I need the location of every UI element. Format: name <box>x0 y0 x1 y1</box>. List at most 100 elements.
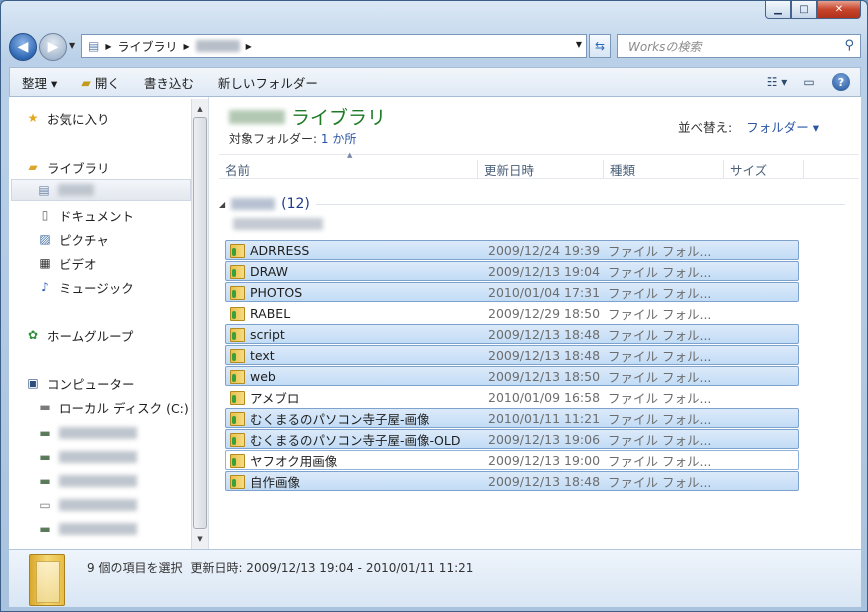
file-name: DRAW <box>250 263 289 279</box>
group-header[interactable]: ◢ (12) <box>219 194 845 214</box>
sidebar-item-label: コンピューター <box>47 376 135 392</box>
breadcrumb-libraries[interactable]: ライブラリ <box>118 38 178 55</box>
blurred-group-name <box>231 198 276 210</box>
file-date: 2009/12/29 18:50 <box>488 305 601 321</box>
computer-icon: ▣ <box>27 376 39 390</box>
column-header-type[interactable]: 種類 <box>603 160 635 178</box>
film-icon: ▦ <box>39 256 51 270</box>
file-row[interactable]: script 2009/12/13 18:48 ファイル フォル... <box>225 324 799 344</box>
sidebar-item-local-disk[interactable]: ▬ ローカル ディスク (C:) <box>37 396 208 418</box>
file-row[interactable]: DRAW 2009/12/13 19:04 ファイル フォル... <box>225 261 799 281</box>
file-name: web <box>250 368 276 384</box>
file-name: ADRRESS <box>250 242 310 258</box>
scroll-up-icon[interactable]: ▲ <box>192 101 208 117</box>
file-date: 2009/12/13 18:48 <box>488 347 601 363</box>
file-row[interactable]: 自作画像 2009/12/13 18:48 ファイル フォル... <box>225 471 799 491</box>
help-icon: ? <box>832 73 850 91</box>
file-row[interactable]: web 2009/12/13 18:50 ファイル フォル... <box>225 366 799 386</box>
arrange-by-dropdown[interactable]: フォルダー ▾ <box>746 117 819 136</box>
network-drive-icon: ▬ <box>39 522 51 536</box>
library-header: ライブラリ <box>229 103 386 130</box>
file-row[interactable]: PHOTOS 2010/01/04 17:31 ファイル フォル... <box>225 282 799 302</box>
new-folder-button[interactable]: 新しいフォルダー <box>206 68 330 96</box>
blurred-drive-name <box>59 475 137 487</box>
navigation-pane-scrollbar[interactable]: ▲ ▼ <box>191 99 208 549</box>
file-row[interactable]: ヤフオク用画像 2009/12/13 19:00 ファイル フォル... <box>225 450 799 470</box>
locations-link[interactable]: 1 か所 <box>321 132 356 146</box>
details-pane: 9 個の項目を選択 更新日時: 2009/12/13 19:04 - 2010/… <box>9 549 861 607</box>
help-button[interactable]: ? <box>828 71 854 93</box>
sidebar-item-drive[interactable]: ▬ <box>37 446 208 468</box>
file-row[interactable]: アメブロ 2010/01/09 16:58 ファイル フォル... <box>225 387 799 407</box>
sidebar-item-drive[interactable]: ▬ <box>37 518 208 540</box>
scrollbar-thumb[interactable] <box>193 117 207 529</box>
locations-label: 対象フォルダー: <box>229 132 318 146</box>
drive-icon: ▬ <box>39 400 51 414</box>
scroll-down-icon[interactable]: ▼ <box>192 531 208 547</box>
sidebar-item-homegroup[interactable]: ✿ ホームグループ <box>25 324 205 346</box>
breadcrumb-blurred-library[interactable] <box>195 40 240 52</box>
burn-button[interactable]: 書き込む <box>132 68 206 96</box>
blurred-drive-name <box>59 451 137 463</box>
arrange-by: 並べ替え: フォルダー ▾ <box>678 117 819 136</box>
sidebar-item-drive[interactable]: ▭ <box>37 494 208 516</box>
file-type: ファイル フォル... <box>608 327 712 343</box>
folder-icon <box>229 432 245 447</box>
close-button[interactable]: ✕ <box>817 1 861 19</box>
library-locations: 対象フォルダー: 1 か所 <box>229 130 356 147</box>
library-title: ライブラリ <box>291 107 387 129</box>
library-icon: ▤ <box>38 183 50 197</box>
sidebar-item-label: ミュージック <box>59 280 134 296</box>
blurred-library-name <box>58 184 94 196</box>
sidebar-item-drive[interactable]: ▬ <box>37 422 208 444</box>
sidebar-item-videos[interactable]: ▦ ビデオ <box>37 252 208 274</box>
preview-pane-button[interactable]: ▭ <box>796 71 822 93</box>
file-name: むくまるのパソコン寺子屋-画像 <box>250 411 430 427</box>
removable-drive-icon: ▭ <box>39 498 51 512</box>
refresh-button[interactable]: ⇆ <box>589 34 611 58</box>
view-options-button[interactable]: ☷ ▾ <box>764 71 790 93</box>
sidebar-item-libraries[interactable]: ▰ ライブラリ <box>25 156 205 178</box>
minimize-button[interactable]: ▁ <box>765 1 791 19</box>
burn-label: 書き込む <box>143 75 194 91</box>
blurred-library-title <box>229 109 285 124</box>
sidebar-item-music[interactable]: ♪ ミュージック <box>37 276 208 298</box>
forward-button[interactable]: ▶ <box>39 33 67 61</box>
address-bar[interactable]: ▤ ▶ ライブラリ ▶ ▶ ▼ <box>81 34 587 58</box>
sidebar-item-favorites[interactable]: ★ お気に入り <box>25 107 205 129</box>
file-row[interactable]: むくまるのパソコン寺子屋-画像 2010/01/11 11:21 ファイル フォル.… <box>225 408 799 428</box>
sidebar-item-pictures[interactable]: ▨ ピクチャ <box>37 228 208 250</box>
sidebar-item-label: ライブラリ <box>47 160 110 176</box>
breadcrumb-separator-icon: ▶ <box>245 41 252 51</box>
column-header-size[interactable]: サイズ <box>723 160 767 178</box>
search-icon[interactable]: ⚲ <box>844 38 854 53</box>
sidebar-item-computer[interactable]: ▣ コンピューター <box>25 372 205 394</box>
sidebar-item-drive[interactable]: ▬ <box>37 470 208 492</box>
column-divider <box>803 160 804 178</box>
recent-pages-dropdown[interactable]: ▼ <box>69 41 75 50</box>
folder-icon <box>229 453 245 468</box>
collapse-arrow-icon[interactable]: ◢ <box>219 200 225 209</box>
breadcrumb-separator-icon: ▶ <box>105 41 112 51</box>
column-header-name[interactable]: 名前 <box>219 160 250 178</box>
sidebar-item-selected-library[interactable]: ▤ <box>11 179 191 201</box>
sidebar-item-label: ホームグループ <box>47 328 134 344</box>
search-input[interactable]: Worksの検索 ⚲ <box>617 34 861 58</box>
sidebar-item-documents[interactable]: ▯ ドキュメント <box>37 204 208 226</box>
file-name: RABEL <box>250 305 291 321</box>
file-row[interactable]: むくまるのパソコン寺子屋-画像-OLD 2009/12/13 19:06 ファイル … <box>225 429 799 449</box>
open-button[interactable]: ▰ 開く <box>69 68 132 96</box>
maximize-button[interactable]: □ <box>791 1 817 19</box>
file-row[interactable]: ADRRESS 2009/12/24 19:39 ファイル フォル... <box>225 240 799 260</box>
folder-icon <box>229 264 245 279</box>
file-row[interactable]: RABEL 2009/12/29 18:50 ファイル フォル... <box>225 303 799 323</box>
back-button[interactable]: ◀ <box>9 33 37 61</box>
blurred-drive-name <box>59 427 137 439</box>
arrange-by-label: 並べ替え: <box>678 120 733 135</box>
address-dropdown-icon[interactable]: ▼ <box>576 40 582 49</box>
organize-button[interactable]: 整理 ▾ <box>10 68 69 96</box>
caption-buttons: ▁ □ ✕ <box>765 1 861 19</box>
sidebar-item-label: ビデオ <box>59 256 97 272</box>
column-header-date[interactable]: 更新日時 <box>477 160 534 178</box>
file-row[interactable]: text 2009/12/13 18:48 ファイル フォル... <box>225 345 799 365</box>
